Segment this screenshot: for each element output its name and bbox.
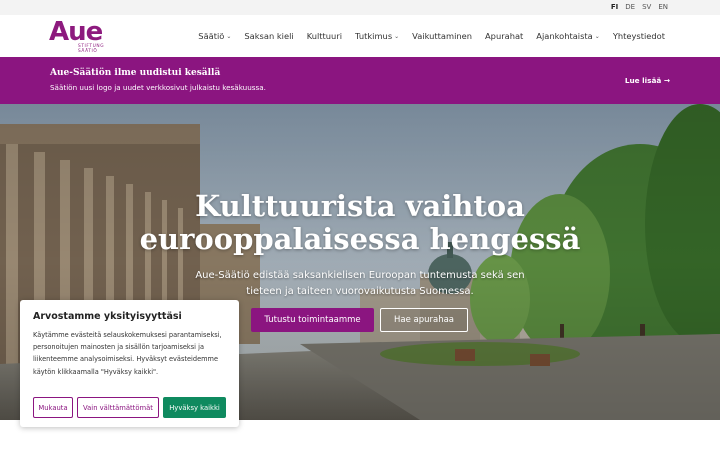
nav-label: Ajankohtaista xyxy=(536,31,593,41)
language-bar: FI DE SV EN xyxy=(0,0,720,15)
nav-item-saatio[interactable]: Säätiö ⌄ xyxy=(198,31,231,41)
hero-subtitle-line2: tieteen ja taiteen vuorovaikutusta Suome… xyxy=(246,286,474,297)
customize-button[interactable]: Mukauta xyxy=(33,397,73,418)
cookie-title: Arvostamme yksityisyyttäsi xyxy=(33,311,182,322)
logo-subtitle: STIFTUNG SÄÄTIÖ xyxy=(78,44,104,54)
hero-title-line2: eurooppalaisessa hengessä xyxy=(139,222,581,256)
necessary-only-button[interactable]: Vain välttämättömät xyxy=(77,397,159,418)
hero-title-line1: Kulttuurista vaihtoa xyxy=(195,189,525,223)
apply-grant-button[interactable]: Hae apurahaa xyxy=(380,308,468,332)
chevron-down-icon: ⌄ xyxy=(594,32,600,40)
nav-item-vaikuttaminen[interactable]: Vaikuttaminen xyxy=(412,31,472,41)
hero-subtitle-line1: Aue-Säätiö edistää saksankielisen Euroop… xyxy=(195,270,525,281)
hero-subtitle: Aue-Säätiö edistää saksankielisen Euroop… xyxy=(0,268,720,300)
nav-item-tutkimus[interactable]: Tutkimus ⌄ xyxy=(355,31,399,41)
announcement-text: Säätiön uusi logo ja uudet verkkosivut j… xyxy=(50,83,266,92)
nav-label: Säätiö xyxy=(198,31,225,41)
nav-label: Apurahat xyxy=(485,31,524,41)
cookie-text: Käytämme evästeitä selauskokemuksesi par… xyxy=(33,331,222,376)
nav-item-apurahat[interactable]: Apurahat xyxy=(485,31,523,41)
logo-subtitle-line2: SÄÄTIÖ xyxy=(78,49,98,54)
nav-label: Kulttuuri xyxy=(306,31,343,41)
site-logo[interactable]: Aue STIFTUNG SÄÄTIÖ xyxy=(49,17,107,54)
nav-label: Saksan kieli xyxy=(244,31,294,41)
language-fi[interactable]: FI xyxy=(611,3,618,11)
nav-item-kulttuuri[interactable]: Kulttuuri xyxy=(307,31,342,41)
announcement-banner: Aue-Säätiön ilme uudistui kesällä Säätiö… xyxy=(0,57,720,104)
logo-wordmark: Aue xyxy=(49,17,103,47)
nav-label: Yhteystiedot xyxy=(612,31,665,41)
accept-all-button[interactable]: Hyväksy kaikki xyxy=(163,397,226,418)
nav-item-ajankohtaista[interactable]: Ajankohtaista ⌄ xyxy=(536,31,600,41)
site-header: Aue STIFTUNG SÄÄTIÖ Säätiö ⌄ Saksan kieli… xyxy=(0,15,720,57)
hero-title: Kulttuurista vaihtoa eurooppalaisessa he… xyxy=(0,190,720,256)
nav-label: Vaikuttaminen xyxy=(412,31,472,41)
language-en[interactable]: EN xyxy=(658,3,668,11)
cookie-consent-dialog: Arvostamme yksityisyyttäsi Käytämme eväs… xyxy=(20,300,239,427)
cookie-actions: Mukauta Vain välttämättömät Hyväksy kaik… xyxy=(33,397,226,418)
language-sv[interactable]: SV xyxy=(642,3,651,11)
language-switcher: FI DE SV EN xyxy=(611,3,668,11)
chevron-down-icon: ⌄ xyxy=(394,32,400,40)
main-nav: Säätiö ⌄ Saksan kieli Kulttuuri Tutkimus ⌄… xyxy=(198,31,665,41)
nav-item-yhteystiedot[interactable]: Yhteystiedot xyxy=(613,31,665,41)
nav-label: Tutkimus xyxy=(355,31,393,41)
chevron-down-icon: ⌄ xyxy=(226,32,232,40)
read-more-link[interactable]: Lue lisää → xyxy=(625,76,670,85)
nav-item-saksan-kieli[interactable]: Saksan kieli xyxy=(244,31,293,41)
language-de[interactable]: DE xyxy=(625,3,635,11)
announcement-title: Aue-Säätiön ilme uudistui kesällä xyxy=(50,68,221,78)
explore-activities-button[interactable]: Tutustu toimintaamme xyxy=(251,308,374,332)
